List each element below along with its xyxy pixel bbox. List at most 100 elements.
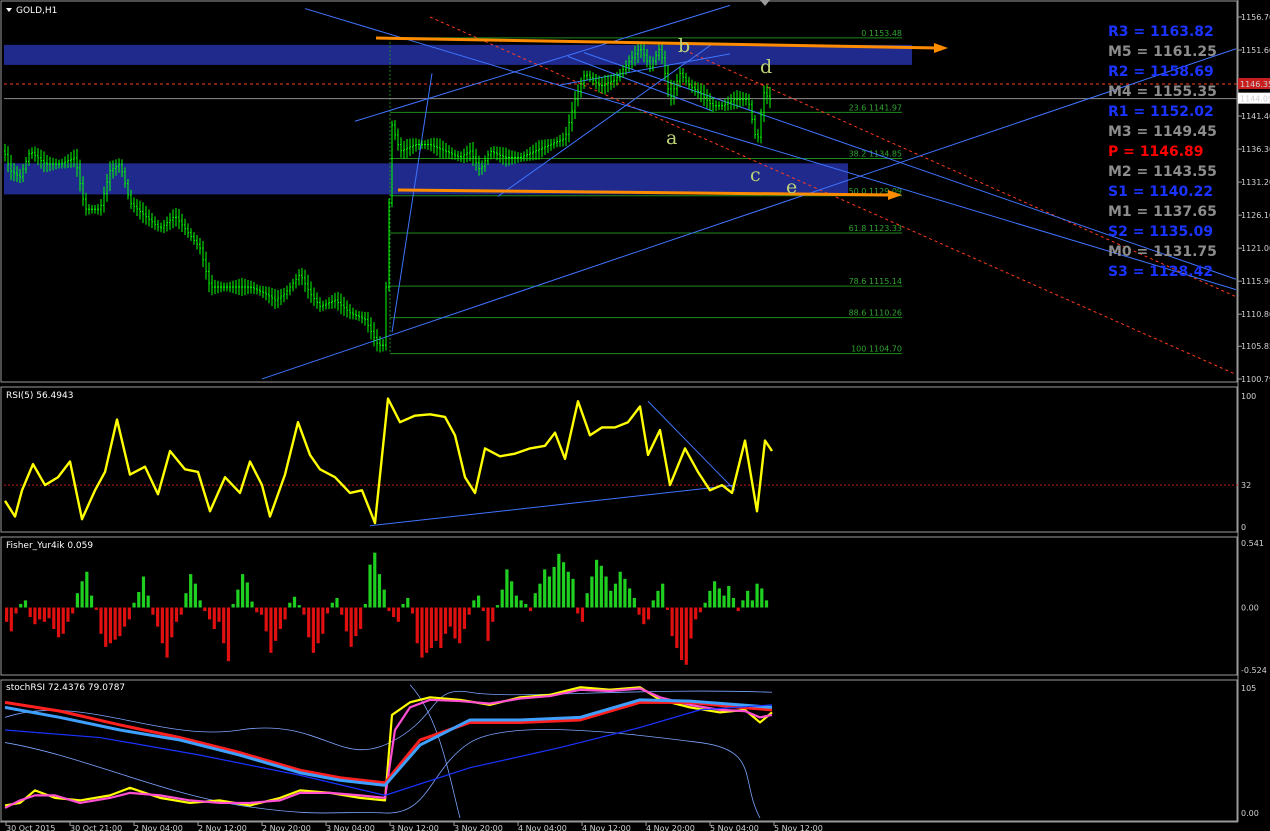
fisher-bar bbox=[439, 607, 443, 649]
fisher-bar bbox=[316, 607, 320, 644]
fisher-bar bbox=[585, 593, 589, 608]
fisher-bar bbox=[453, 607, 457, 639]
pivot-label: R2 = 1158.69 bbox=[1108, 64, 1214, 80]
time-axis-label: 2 Nov 12:00 bbox=[198, 824, 247, 831]
fisher-bar bbox=[731, 597, 736, 608]
fisher-bar bbox=[245, 582, 249, 608]
fisher-bar bbox=[760, 588, 764, 608]
fisher-bar bbox=[694, 607, 698, 620]
fisher-bar bbox=[510, 581, 514, 608]
fisher-bar bbox=[368, 564, 372, 608]
fisher-bar bbox=[552, 566, 556, 608]
fisher-bar bbox=[646, 607, 651, 620]
fisher-bar bbox=[420, 607, 424, 658]
time-axis-label: 4 Nov 20:00 bbox=[646, 824, 695, 831]
fisher-bar bbox=[179, 607, 183, 615]
fisher-bar bbox=[377, 574, 382, 608]
wave-label-e: e bbox=[786, 176, 797, 198]
fisher-bar bbox=[146, 595, 150, 608]
fisher-bar bbox=[632, 597, 636, 608]
fisher-bar bbox=[274, 607, 278, 641]
fisher-bar bbox=[174, 607, 179, 622]
wave-label-b: b bbox=[678, 35, 690, 57]
fisher-bar bbox=[236, 589, 240, 608]
time-axis-label: 4 Nov 04:00 bbox=[518, 824, 567, 831]
fisher-bar bbox=[47, 607, 51, 619]
fisher-bar bbox=[283, 607, 287, 620]
fisher-bar bbox=[250, 601, 254, 608]
fisher-bar bbox=[703, 602, 707, 608]
fisher-bar bbox=[264, 607, 268, 632]
fisher-bar bbox=[392, 607, 396, 618]
fisher-bar bbox=[580, 607, 585, 622]
fibonacci-level-label: 61.8 1123.33 bbox=[849, 224, 902, 233]
fisher-bar bbox=[717, 588, 721, 608]
fisher-bar bbox=[665, 607, 669, 610]
orange-arrowhead bbox=[934, 43, 948, 53]
fisher-bar bbox=[373, 552, 377, 608]
fisher-bar bbox=[255, 607, 259, 613]
fisher-bar bbox=[599, 565, 603, 608]
fibonacci-level-label: 88.6 1110.26 bbox=[849, 309, 902, 318]
fisher-title: Fisher_Yur4ik 0.059 bbox=[6, 541, 93, 551]
fisher-bar bbox=[675, 607, 679, 649]
pivot-label: S2 = 1135.09 bbox=[1108, 224, 1213, 240]
time-axis-label: 3 Nov 12:00 bbox=[390, 824, 439, 831]
fisher-bar bbox=[5, 607, 9, 622]
rsi-axis-label: 0 bbox=[1241, 523, 1246, 532]
stochrsi-title: stochRSI 72.4376 79.0787 bbox=[6, 683, 125, 693]
fisher-bar bbox=[698, 607, 703, 613]
stochrsi-envelope-lower bbox=[4, 729, 761, 819]
bid-price-label: 1146.35 bbox=[1240, 80, 1270, 89]
fisher-bar bbox=[500, 589, 504, 608]
price-axis-label: 1105.85 bbox=[1241, 342, 1270, 351]
fisher-bar bbox=[85, 571, 89, 608]
pivot-label: M0 = 1131.75 bbox=[1108, 244, 1217, 260]
time-axis-label: 5 Nov 12:00 bbox=[774, 824, 823, 831]
fisher-bar bbox=[349, 607, 353, 647]
chart-menu-icon[interactable] bbox=[6, 8, 12, 12]
fisher-bar bbox=[722, 595, 726, 608]
pivot-label: M4 = 1155.35 bbox=[1108, 84, 1217, 100]
fisher-bar bbox=[505, 569, 509, 608]
fisher-bar bbox=[604, 576, 608, 608]
time-axis-label: 30 Oct 2015 bbox=[6, 824, 55, 831]
fibonacci-level-label: 23.6 1141.97 bbox=[849, 103, 902, 112]
price-axis-label: 1141.40 bbox=[1241, 112, 1270, 121]
fisher-bar bbox=[477, 595, 481, 608]
fisher-bar bbox=[533, 593, 537, 608]
fisher-bar bbox=[495, 605, 500, 608]
time-axis-label: 2 Nov 04:00 bbox=[134, 824, 183, 831]
fisher-bar bbox=[132, 602, 136, 608]
pivot-label: S3 = 1128.42 bbox=[1108, 264, 1213, 280]
fisher-bar bbox=[278, 607, 282, 629]
fisher-bar bbox=[467, 607, 471, 615]
pane-frame-rsi bbox=[0, 386, 1238, 533]
fisher-bar bbox=[226, 607, 231, 662]
fisher-bar bbox=[165, 607, 169, 658]
time-axis-label: 2 Nov 20:00 bbox=[262, 824, 311, 831]
wave-label-d: d bbox=[760, 56, 772, 78]
fisher-bar bbox=[354, 607, 358, 637]
time-axis-label: 3 Nov 20:00 bbox=[454, 824, 503, 831]
fisher-bar bbox=[576, 607, 580, 614]
fisher-bar bbox=[307, 607, 311, 638]
fisher-bar bbox=[28, 607, 32, 618]
trading-chart[interactable]: 0 1153.4823.6 1141.9738.2 1134.8550.0 11… bbox=[0, 0, 1270, 831]
fibonacci-level-label: 0 1153.48 bbox=[861, 29, 902, 38]
fisher-bar bbox=[656, 590, 660, 608]
fisher-bar bbox=[189, 574, 193, 608]
pivot-label: R3 = 1163.82 bbox=[1108, 24, 1214, 40]
fisher-bar bbox=[23, 600, 28, 608]
stochrsi-axis-label: 0.00 bbox=[1241, 809, 1259, 818]
fisher-bar bbox=[538, 583, 542, 608]
rsi-axis-label: 100 bbox=[1241, 392, 1256, 401]
fisher-bar bbox=[382, 589, 386, 608]
fisher-bar bbox=[443, 607, 448, 634]
price-axis-label: 1100.79 bbox=[1241, 375, 1270, 384]
fisher-bar bbox=[330, 602, 334, 608]
pivot-label: P = 1146.89 bbox=[1108, 144, 1204, 160]
fisher-bar bbox=[99, 607, 103, 634]
fisher-bar bbox=[472, 600, 476, 608]
price-axis-label: 1136.30 bbox=[1241, 145, 1270, 154]
